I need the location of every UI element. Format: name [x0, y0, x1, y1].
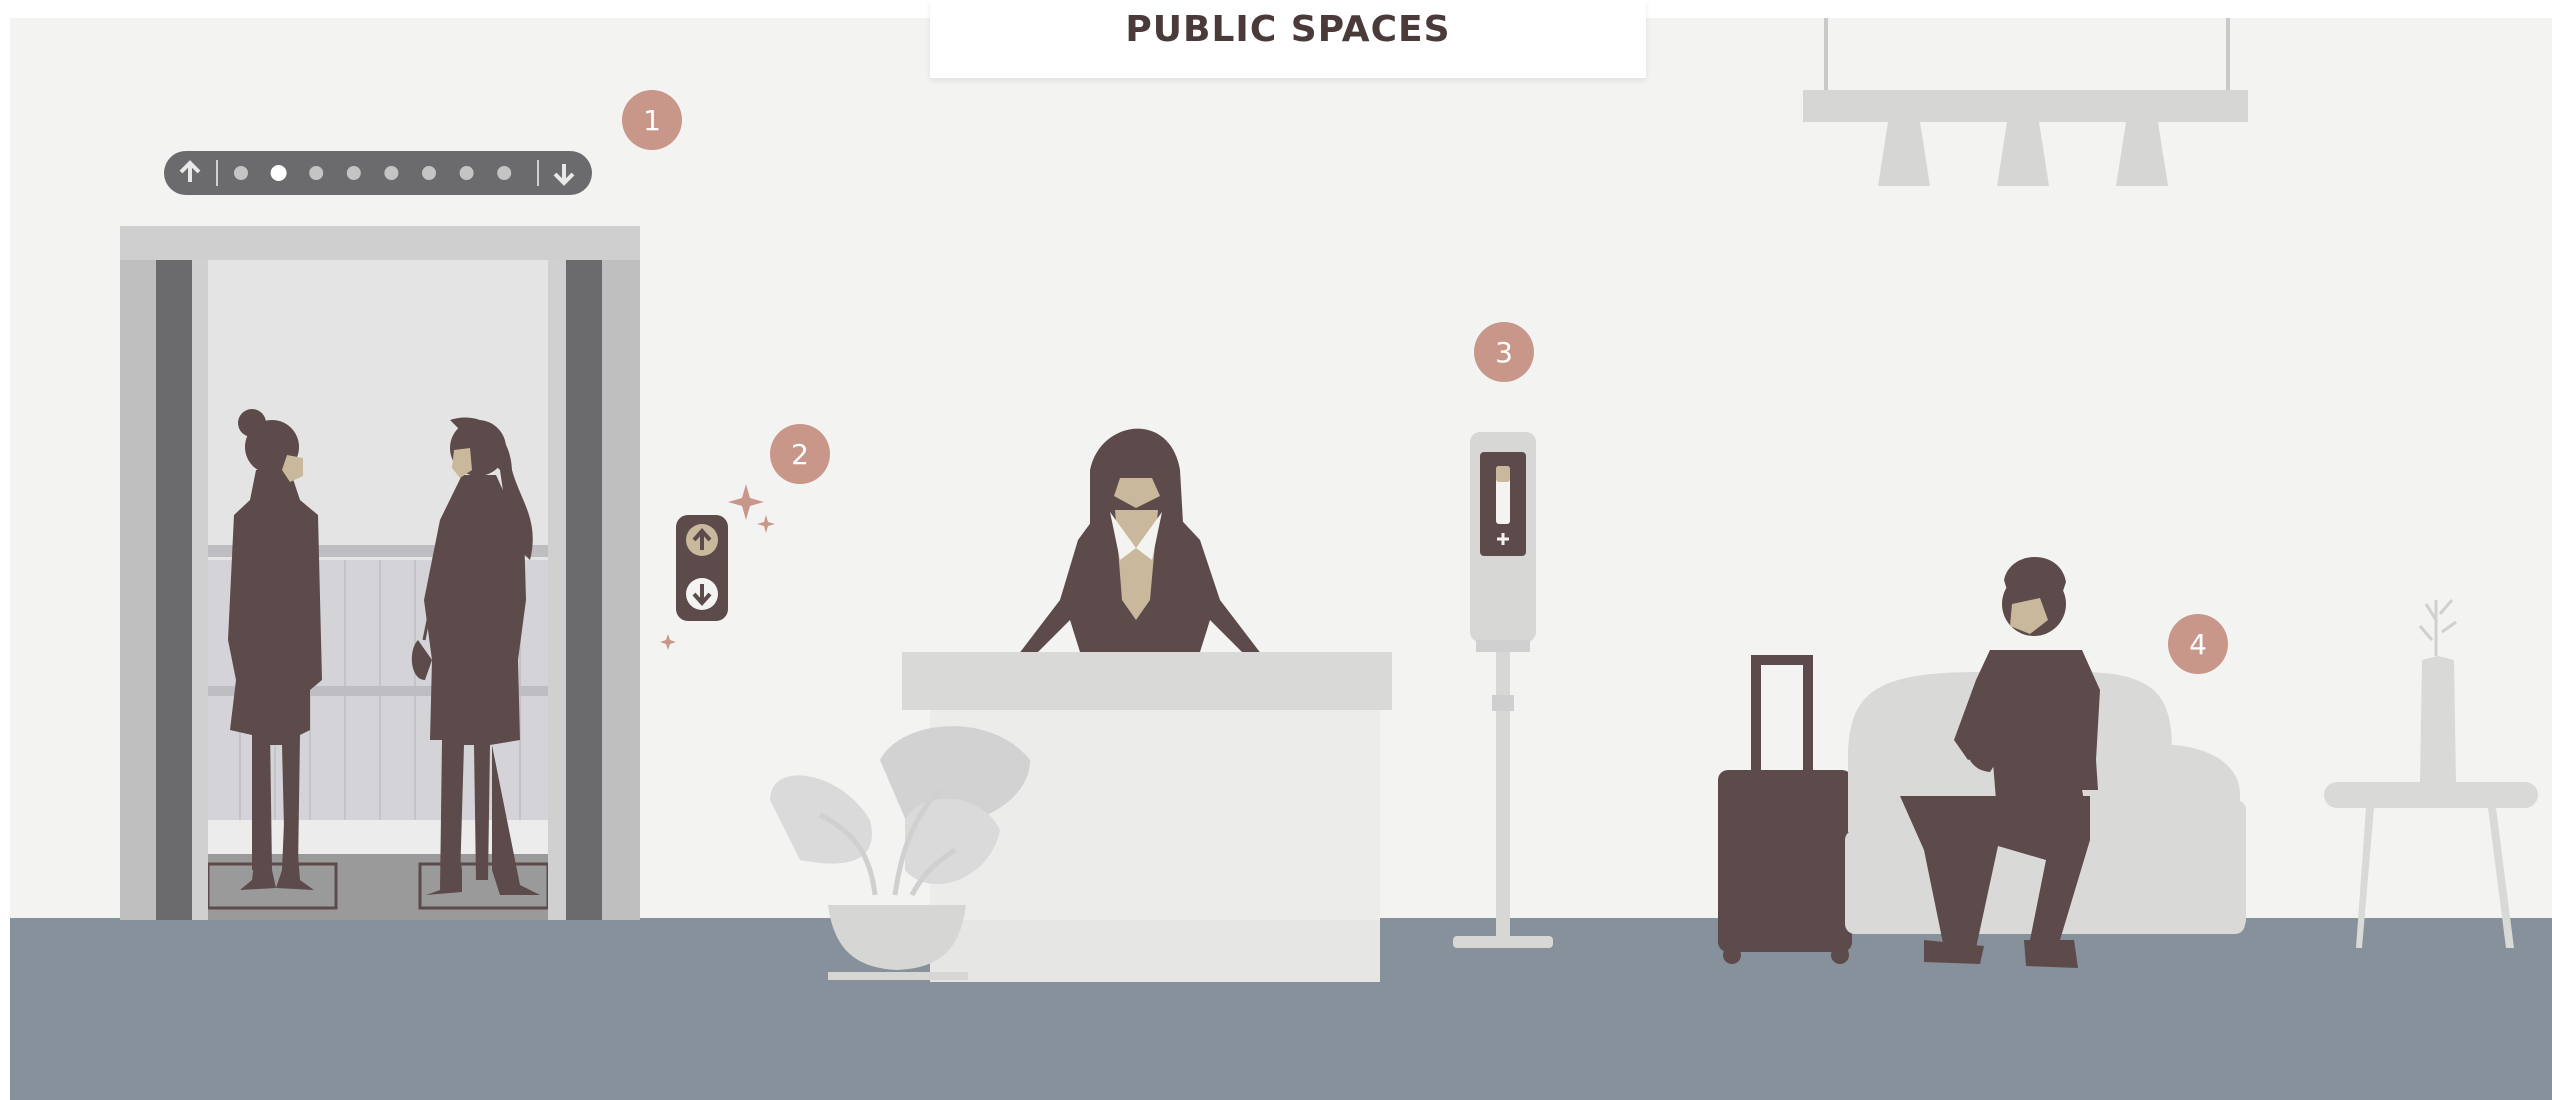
floor-dot: [497, 166, 512, 180]
floor-dot: [309, 166, 324, 180]
elevator-floor-indicator: [164, 151, 592, 195]
public-spaces-scene: PUBLIC SPACES 1 2 3 4: [0, 0, 2552, 1100]
floor-dot: [422, 166, 436, 180]
page-title: PUBLIC SPACES: [1125, 8, 1451, 50]
floor-dot: [384, 166, 399, 180]
floor-dot: [459, 166, 474, 180]
marker-label: 3: [1495, 335, 1513, 369]
hotspot-marker-1[interactable]: 1: [622, 90, 682, 150]
elevator: [120, 226, 640, 920]
title-banner: PUBLIC SPACES: [930, 0, 1646, 78]
marker-label: 4: [2189, 627, 2207, 661]
hotspot-marker-3[interactable]: 3: [1474, 322, 1534, 382]
floor-dot: [234, 166, 248, 180]
floor-dot: [270, 165, 287, 181]
elevator-call-panel[interactable]: [676, 515, 728, 621]
hotspot-marker-2[interactable]: 2: [770, 424, 830, 484]
hotspot-marker-4[interactable]: 4: [2168, 614, 2228, 674]
marker-label: 1: [643, 103, 661, 137]
floor-dot: [346, 166, 361, 180]
marker-label: 2: [791, 437, 809, 471]
scene-illustration: [0, 0, 2552, 1100]
